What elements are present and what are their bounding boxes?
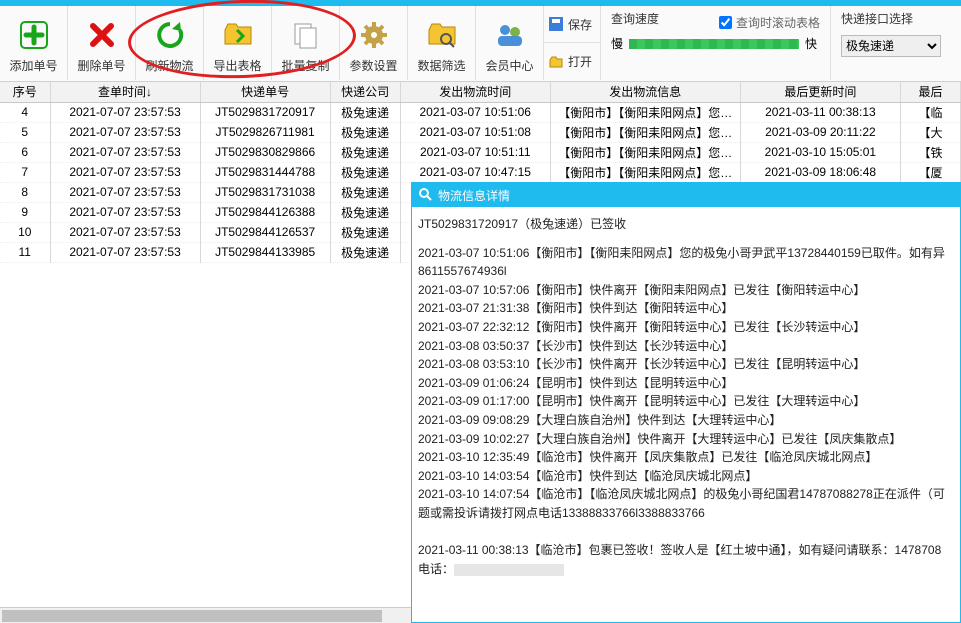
tracking-line: 2021-03-07 22:32:12【衡阳市】快件离开【衡阳转运中心】已发往【… <box>418 318 954 337</box>
detail-signature: JT5029831720917（极兔速递）已签收 <box>418 215 954 234</box>
table-row[interactable]: 72021-07-07 23:57:53JT5029831444788极兔速递2… <box>0 162 961 182</box>
col-header[interactable]: 快递公司 <box>330 82 400 102</box>
col-header[interactable]: 快递单号 <box>200 82 330 102</box>
tracking-line: 2021-03-07 21:31:38【衡阳市】快件到达【衡阳转运中心】 <box>418 299 954 318</box>
tracking-line: 2021-03-11 00:38:13【临沧市】包裹已签收！签收人是【红土坡中通… <box>418 541 954 560</box>
col-header[interactable]: 最后更新时间 <box>740 82 900 102</box>
settings-button[interactable]: 参数设置 <box>340 6 408 80</box>
courier-select[interactable]: 极兔速递 <box>841 35 941 57</box>
folder-arrow-icon <box>222 19 254 51</box>
fast-label: 快 <box>805 35 817 52</box>
table-row[interactable]: 52021-07-07 23:57:53JT5029826711981极兔速递2… <box>0 122 961 142</box>
detail-titlebar[interactable]: 物流信息详情 <box>412 183 960 207</box>
col-header[interactable]: 查单时间↓ <box>50 82 200 102</box>
col-header[interactable]: 发出物流时间 <box>400 82 550 102</box>
x-icon <box>86 19 118 51</box>
batch-copy-button[interactable]: 批量复制 <box>272 6 340 80</box>
refresh-button[interactable]: 刷新物流 <box>136 6 204 80</box>
tracking-line: 题或需投诉请拨打网点电话13388833766l3388833766 <box>418 504 954 523</box>
filter-button[interactable]: 数据筛选 <box>408 6 476 80</box>
tracking-line: 2021-03-09 01:06:24【昆明市】快件到达【昆明转运中心】 <box>418 374 954 393</box>
copy-icon <box>290 19 322 51</box>
plus-icon <box>18 19 50 51</box>
tracking-line <box>418 523 954 542</box>
iface-title: 快递接口选择 <box>841 10 941 27</box>
speed-panel: 查询速度 查询时滚动表格 慢 快 <box>601 6 831 80</box>
member-button[interactable]: 会员中心 <box>476 6 544 80</box>
detail-panel: 物流信息详情 JT5029831720917（极兔速递）已签收 2021-03-… <box>411 182 961 623</box>
export-button[interactable]: 导出表格 <box>204 6 272 80</box>
people-icon <box>494 19 526 51</box>
redacted-phone <box>454 564 564 576</box>
col-header[interactable]: 最后 <box>900 82 960 102</box>
magnify-icon <box>418 187 432 204</box>
gear-icon <box>358 19 390 51</box>
refresh-icon <box>154 19 186 51</box>
tracking-line: 2021-03-10 14:07:54【临沧市】【临沧凤庆城北网点】的极兔小哥纪… <box>418 485 954 504</box>
folder-search-icon <box>426 19 458 51</box>
detail-body: JT5029831720917（极兔速递）已签收 2021-03-07 10:5… <box>412 207 960 586</box>
speed-title: 查询速度 <box>611 10 659 27</box>
interface-panel: 快递接口选择 极兔速递 <box>831 6 951 80</box>
tracking-line: 2021-03-08 03:53:10【长沙市】快件离开【长沙转运中心】已发往【… <box>418 355 954 374</box>
tracking-line: 2021-03-08 03:50:37【长沙市】快件到达【长沙转运中心】 <box>418 337 954 356</box>
table-row[interactable]: 62021-07-07 23:57:53JT5029830829866极兔速递2… <box>0 142 961 162</box>
save-icon <box>548 16 564 32</box>
slow-label: 慢 <box>611 35 623 52</box>
table-row[interactable]: 42021-07-07 23:57:53JT5029831720917极兔速递2… <box>0 102 961 122</box>
open-icon <box>548 54 564 70</box>
col-header[interactable]: 发出物流信息 <box>550 82 740 102</box>
scroll-checkbox[interactable]: 查询时滚动表格 <box>719 10 820 35</box>
speed-slider[interactable] <box>629 39 799 49</box>
tracking-line: 2021-03-09 01:17:00【昆明市】快件离开【昆明转运中心】已发往【… <box>418 392 954 411</box>
tracking-line: 2021-03-10 14:03:54【临沧市】快件到达【临沧凤庆城北网点】 <box>418 467 954 486</box>
save-button[interactable]: 保存 <box>544 6 600 43</box>
tracking-line: 2021-03-09 10:02:27【大理白族自治州】快件离开【大理转运中心】… <box>418 430 954 449</box>
tracking-line: 2021-03-10 12:35:49【临沧市】快件离开【凤庆集散点】已发往【临… <box>418 448 954 467</box>
add-button[interactable]: 添加单号 <box>0 6 68 80</box>
tracking-line: 2021-03-07 10:57:06【衡阳市】快件离开【衡阳耒阳网点】已发往【… <box>418 281 954 300</box>
tracking-line: 8611557674936l <box>418 262 954 281</box>
tracking-line: 2021-03-09 09:08:29【大理白族自治州】快件到达【大理转运中心】 <box>418 411 954 430</box>
detail-title: 物流信息详情 <box>438 187 510 204</box>
tel-label: 电话： <box>418 562 454 576</box>
main-toolbar: 添加单号 删除单号 刷新物流 导出表格 批量复制 参数设置 数据筛选 <box>0 6 961 82</box>
col-header[interactable]: 序号 <box>0 82 50 102</box>
tracking-line: 2021-03-07 10:51:06【衡阳市】【衡阳耒阳网点】您的极兔小哥尹武… <box>418 244 954 263</box>
delete-button[interactable]: 删除单号 <box>68 6 136 80</box>
open-button[interactable]: 打开 <box>544 43 600 80</box>
